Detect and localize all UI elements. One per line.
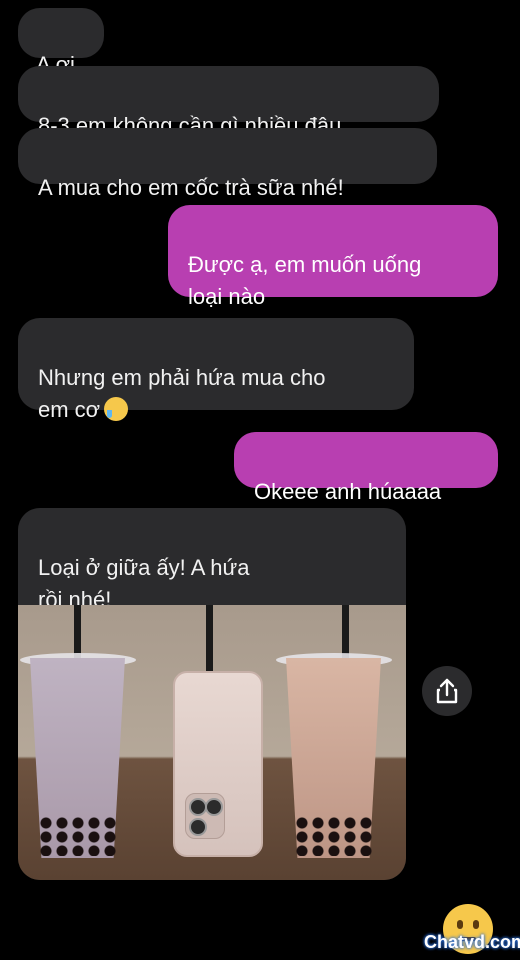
- camera-lens: [205, 798, 223, 816]
- message-bubble-outgoing[interactable]: Okeee anh húaaaa: [234, 432, 498, 504]
- message-bubble-incoming[interactable]: Nhưng em phải hứa mua cho em cơ: [18, 318, 414, 422]
- share-button[interactable]: [422, 666, 472, 716]
- straw: [206, 605, 213, 675]
- message-photo[interactable]: [18, 605, 406, 880]
- tapioca-pearls: [38, 816, 118, 856]
- message-text: A mua cho em cốc trà sữa nhé!: [38, 175, 344, 200]
- emoji-eye: [457, 920, 463, 929]
- message-text: Nhưng em phải hứa mua cho em cơ: [38, 365, 326, 422]
- message-text: Okeee anh húaaaa: [254, 479, 442, 504]
- camera-module: [185, 793, 225, 839]
- camera-lens: [189, 818, 207, 836]
- message-bubble-incoming[interactable]: A mua cho em cốc trà sữa nhé!: [18, 128, 437, 200]
- message-bubble-incoming-with-photo[interactable]: Loại ở giữa ấy! A hứa rồi nhé!: [18, 508, 406, 880]
- message-text: Được ạ, em muốn uống loại nào: [188, 252, 422, 309]
- tapioca-pearls: [294, 816, 374, 856]
- share-icon: [436, 678, 458, 704]
- message-text: Loại ở giữa ấy! A hứa rồi nhé!: [38, 555, 250, 612]
- emoji-eye: [473, 920, 479, 929]
- message-bubble-incoming[interactable]: A ơi: [18, 8, 104, 77]
- watermark: Chatvd.com: [424, 932, 520, 952]
- message-bubble-incoming[interactable]: 8-3 em không cần gì nhiều đâu: [18, 66, 439, 138]
- message-bubble-outgoing[interactable]: Được ạ, em muốn uống loại nào: [168, 205, 498, 309]
- crying-face-emoji: [104, 397, 129, 421]
- smartphone: [173, 671, 263, 857]
